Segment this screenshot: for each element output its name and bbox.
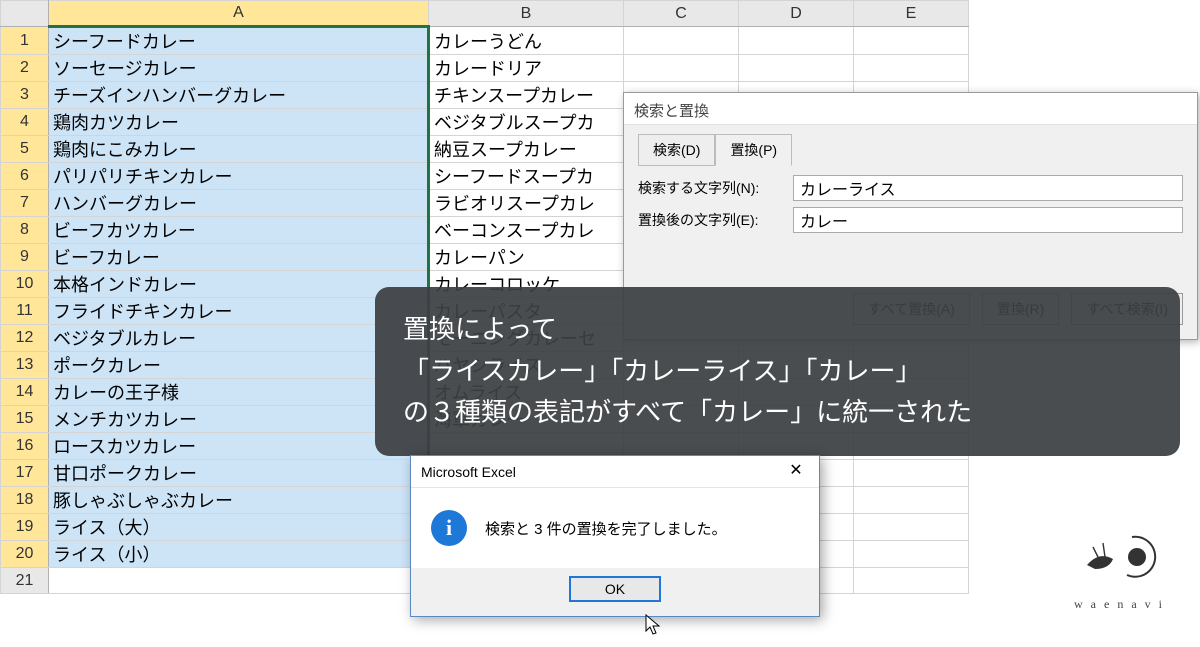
row-header[interactable]: 15 — [1, 406, 49, 433]
note-line: 「ライスカレー」「カレーライス」「カレー」 — [403, 351, 1152, 393]
column-header-row: A B C D E — [1, 1, 969, 27]
cell[interactable]: 甘口ポークカレー — [49, 460, 429, 487]
tab-find[interactable]: 検索(D) — [638, 134, 715, 166]
col-header-A[interactable]: A — [49, 1, 429, 27]
cursor-icon — [645, 614, 663, 636]
row-header[interactable]: 4 — [1, 109, 49, 136]
row-header[interactable]: 6 — [1, 163, 49, 190]
cell[interactable] — [624, 55, 739, 82]
row-header[interactable]: 17 — [1, 460, 49, 487]
cell[interactable]: フライドチキンカレー — [49, 298, 429, 325]
cell[interactable]: 豚しゃぶしゃぶカレー — [49, 487, 429, 514]
cell[interactable] — [854, 514, 969, 541]
row-header[interactable]: 16 — [1, 433, 49, 460]
cell[interactable]: 鶏肉カツカレー — [49, 109, 429, 136]
close-icon[interactable]: ✕ — [775, 458, 817, 486]
cell[interactable] — [854, 541, 969, 568]
row-header[interactable]: 8 — [1, 217, 49, 244]
cell[interactable]: カレーパン — [429, 244, 624, 271]
col-header-C[interactable]: C — [624, 1, 739, 27]
corner-cell[interactable] — [1, 1, 49, 27]
replace-label: 置換後の文字列(E): — [638, 210, 793, 230]
row-header[interactable]: 12 — [1, 325, 49, 352]
annotation-note: 置換によって 「ライスカレー」「カレーライス」「カレー」 の３種類の表記がすべて… — [375, 287, 1180, 456]
col-header-D[interactable]: D — [739, 1, 854, 27]
cell[interactable]: ソーセージカレー — [49, 55, 429, 82]
dialog-tabs: 検索(D) 置換(P) — [638, 133, 1183, 165]
cell[interactable]: シーフードカレー — [49, 27, 429, 55]
row-header[interactable]: 11 — [1, 298, 49, 325]
cell[interactable]: シーフードスープカ — [429, 163, 624, 190]
cell[interactable]: 納豆スープカレー — [429, 136, 624, 163]
row-header[interactable]: 10 — [1, 271, 49, 298]
cell[interactable] — [739, 27, 854, 55]
cell[interactable]: ビーフカレー — [49, 244, 429, 271]
cell[interactable]: ライス（小） — [49, 541, 429, 568]
cell[interactable]: ベジタブルスープカ — [429, 109, 624, 136]
row-header[interactable]: 21 — [1, 568, 49, 594]
row-header[interactable]: 13 — [1, 352, 49, 379]
ok-button[interactable]: OK — [569, 576, 661, 602]
cell[interactable]: ライス（大） — [49, 514, 429, 541]
note-line: 置換によって — [403, 309, 1152, 351]
row-header[interactable]: 14 — [1, 379, 49, 406]
row-header[interactable]: 2 — [1, 55, 49, 82]
cell[interactable] — [854, 487, 969, 514]
note-line: の３種類の表記がすべて「カレー」に統一された — [403, 392, 1152, 434]
tab-replace[interactable]: 置換(P) — [715, 134, 792, 166]
cell[interactable]: パリパリチキンカレー — [49, 163, 429, 190]
watermark: waenavi — [1074, 529, 1170, 612]
cell[interactable]: ラビオリスープカレ — [429, 190, 624, 217]
cell[interactable]: ビーフカツカレー — [49, 217, 429, 244]
dialog-title: 検索と置換 — [624, 93, 1197, 125]
cell[interactable]: 本格インドカレー — [49, 271, 429, 298]
cell[interactable] — [624, 27, 739, 55]
cell[interactable] — [49, 568, 429, 594]
cell[interactable] — [739, 55, 854, 82]
replace-input[interactable] — [793, 207, 1183, 233]
cell[interactable]: カレーの王子様 — [49, 379, 429, 406]
info-icon: i — [431, 510, 467, 546]
cell[interactable]: チキンスープカレー — [429, 82, 624, 109]
col-header-B[interactable]: B — [429, 1, 624, 27]
cell[interactable]: ハンバーグカレー — [49, 190, 429, 217]
cell[interactable]: チーズインハンバーグカレー — [49, 82, 429, 109]
cell[interactable]: ロースカツカレー — [49, 433, 429, 460]
watermark-icon — [1074, 529, 1170, 593]
row-header[interactable]: 18 — [1, 487, 49, 514]
cell[interactable] — [854, 55, 969, 82]
row-header[interactable]: 19 — [1, 514, 49, 541]
cell[interactable]: ベジタブルカレー — [49, 325, 429, 352]
cell[interactable]: 鶏肉にこみカレー — [49, 136, 429, 163]
msgbox-title: Microsoft Excel — [421, 464, 516, 480]
cell[interactable]: カレーうどん — [429, 27, 624, 55]
row-header[interactable]: 20 — [1, 541, 49, 568]
row-header[interactable]: 3 — [1, 82, 49, 109]
row-header[interactable]: 7 — [1, 190, 49, 217]
message-box: Microsoft Excel ✕ i 検索と 3 件の置換を完了しました。 O… — [410, 455, 820, 617]
row-header[interactable]: 5 — [1, 136, 49, 163]
msgbox-message: 検索と 3 件の置換を完了しました。 — [485, 518, 727, 539]
cell[interactable] — [854, 27, 969, 55]
cell[interactable]: カレードリア — [429, 55, 624, 82]
cell[interactable]: メンチカツカレー — [49, 406, 429, 433]
row-header[interactable]: 9 — [1, 244, 49, 271]
find-input[interactable] — [793, 175, 1183, 201]
col-header-E[interactable]: E — [854, 1, 969, 27]
watermark-text: waenavi — [1074, 597, 1170, 612]
cell[interactable]: ポークカレー — [49, 352, 429, 379]
cell[interactable] — [854, 568, 969, 594]
cell[interactable] — [854, 460, 969, 487]
find-label: 検索する文字列(N): — [638, 178, 793, 198]
cell[interactable]: ベーコンスープカレ — [429, 217, 624, 244]
row-header[interactable]: 1 — [1, 27, 49, 55]
